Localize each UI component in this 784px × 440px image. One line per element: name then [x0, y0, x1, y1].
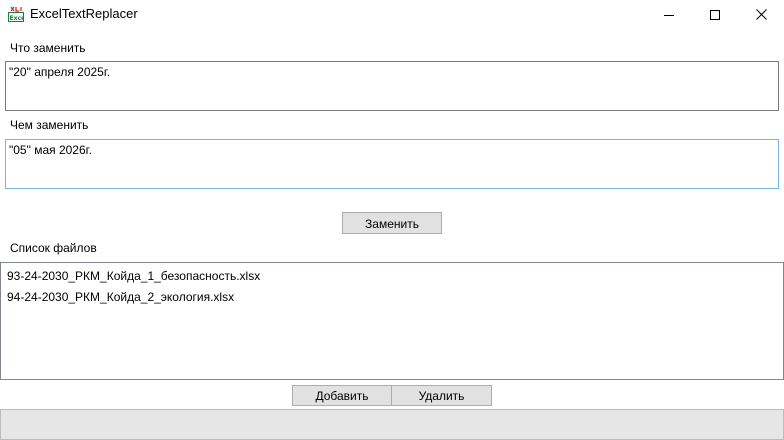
file-list-item[interactable]: 94-24-2030_РКМ_Койда_2_экология.xlsx — [7, 287, 777, 308]
find-text-input[interactable]: "20" апреля 2025г. — [5, 61, 779, 111]
status-bar — [0, 409, 784, 440]
maximize-icon — [710, 9, 720, 20]
files-label: Список файлов — [10, 241, 97, 255]
file-list-item[interactable]: 93-24-2030_РКМ_Койда_1_безопасность.xlsx — [7, 266, 777, 287]
close-icon — [755, 9, 767, 20]
add-file-button[interactable]: Добавить — [292, 385, 392, 406]
maximize-button[interactable] — [692, 0, 738, 29]
minimize-icon — [664, 14, 674, 16]
title-bar[interactable]: Excel ExcelTextReplacer — [0, 0, 784, 29]
file-list[interactable]: 93-24-2030_РКМ_Койда_1_безопасность.xlsx… — [0, 262, 784, 380]
find-label: Что заменить — [10, 41, 86, 55]
svg-text:Excel: Excel — [10, 15, 25, 22]
remove-file-button[interactable]: Удалить — [391, 385, 492, 406]
window-title: ExcelTextReplacer — [30, 6, 138, 21]
replace-text-input[interactable]: "05" мая 2026г. — [5, 139, 779, 189]
replace-label: Чем заменить — [10, 118, 89, 132]
excel-replace-icon: Excel — [8, 6, 24, 22]
close-button[interactable] — [738, 0, 784, 29]
minimize-button[interactable] — [646, 0, 692, 29]
replace-button[interactable]: Заменить — [342, 212, 442, 234]
